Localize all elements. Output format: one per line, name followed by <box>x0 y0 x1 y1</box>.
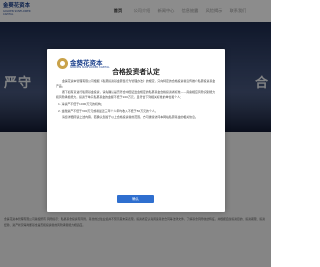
qualified-investor-dialog: 金葵花资本 GOLDEN SUNFLOWER CAPITAL 合格投资者认定 金… <box>47 49 225 212</box>
criteria-item: 2. 金融资产不低于300万元或者最近三年个人年均收入不低于50万元的个人。 <box>58 108 158 113</box>
criteria-item: 1. 净资产不低于1000万元的机构； <box>58 101 104 106</box>
confirm-button[interactable]: 确认 <box>117 195 154 203</box>
dialog-closing-text: 请您详细阅读上述内容，若确认您属于以上合格投资者的范围，方可继续访问本网站私募基… <box>62 115 198 120</box>
dialog-paragraph: 阁下如有意进行私募基金投资，请先确认是否符合中国证监会规定的私募基金合格投资者标… <box>56 90 216 99</box>
dialog-paragraph: 金葵花资本管理有限公司根据《私募投资基金募集行为管理办法》的规定，只向特定的合格… <box>56 79 216 88</box>
dialog-body: 金葵花资本管理有限公司根据《私募投资基金募集行为管理办法》的规定，只向特定的合格… <box>56 79 216 122</box>
dialog-title: 合格投资者认定 <box>112 68 160 76</box>
